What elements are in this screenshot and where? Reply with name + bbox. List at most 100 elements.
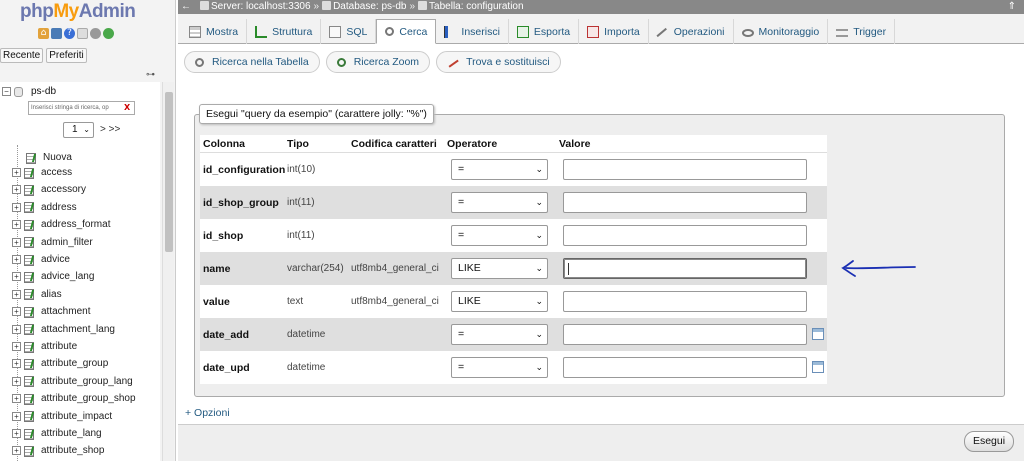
expand-icon[interactable]: + <box>12 411 21 421</box>
value-input[interactable] <box>563 225 807 246</box>
expand-icon[interactable]: + <box>12 307 21 317</box>
breadcrumb-server[interactable]: Server: localhost:3306 <box>200 0 311 14</box>
subtab-ricerca-nella-tabella[interactable]: Ricerca nella Tabella <box>184 51 320 73</box>
operator-select[interactable]: LIKE ⌄ <box>451 291 548 312</box>
column-name: value <box>203 296 230 308</box>
tab-sql[interactable]: SQL <box>321 19 377 44</box>
table-filter-input[interactable]: Inserisci stringa di ricerca, op <box>28 101 135 115</box>
tab-cerca[interactable]: Cerca <box>376 19 437 44</box>
expand-icon[interactable]: + <box>12 255 21 264</box>
exit-icon[interactable] <box>51 28 62 39</box>
expand-icon[interactable]: + <box>12 324 21 334</box>
tab-trigger[interactable]: Trigger <box>828 19 896 44</box>
tree-item-table[interactable]: + access <box>12 164 72 181</box>
column-type: text <box>287 296 304 307</box>
breadcrumb-database[interactable]: Database: ps-db <box>322 0 406 14</box>
operator-select[interactable]: LIKE ⌄ <box>451 258 548 279</box>
expand-icon[interactable]: + <box>12 359 21 369</box>
phpmyadmin-logo[interactable]: phpMyAdmin <box>20 1 136 23</box>
reload-icon[interactable] <box>103 28 114 39</box>
table-icon <box>24 411 38 423</box>
expand-icon[interactable]: + <box>12 220 21 230</box>
operator-select[interactable]: = ⌄ <box>451 159 548 180</box>
tree-item-table[interactable]: + accessory <box>12 181 86 198</box>
tree-item-table[interactable]: + attribute_group_shop <box>12 390 136 407</box>
tab-monitoraggio[interactable]: Monitoraggio <box>734 19 829 44</box>
settings-icon[interactable] <box>90 28 101 39</box>
recent-tab[interactable]: Recente <box>0 48 44 63</box>
collapse-topbar-icon[interactable]: ⇑ <box>1008 0 1016 14</box>
tree-item-table[interactable]: + attribute_group <box>12 355 108 372</box>
tree-item-table[interactable]: + advice <box>12 251 70 268</box>
expand-icon[interactable]: + <box>12 376 21 386</box>
home-icon[interactable]: ⌂ <box>38 28 49 39</box>
value-input[interactable] <box>563 159 807 180</box>
operator-select[interactable]: = ⌄ <box>451 357 548 378</box>
help-icon[interactable]: ? <box>64 28 75 39</box>
tree-item-table[interactable]: + attribute_impact <box>12 408 112 425</box>
value-input[interactable] <box>563 258 807 279</box>
docs-icon[interactable] <box>77 28 88 39</box>
breadcrumb-table[interactable]: Tabella: configuration <box>418 0 524 14</box>
tree-item-table[interactable]: + attribute <box>12 338 77 355</box>
tree-item-table[interactable]: + advice_lang <box>12 268 94 285</box>
tree-item-table[interactable]: + alias <box>12 286 62 303</box>
options-link[interactable]: + Opzioni <box>185 407 230 419</box>
value-input[interactable] <box>563 291 807 312</box>
execute-button[interactable]: Esegui <box>964 431 1014 452</box>
calendar-icon[interactable] <box>812 361 824 373</box>
expand-icon[interactable]: + <box>12 272 21 282</box>
favorites-tab[interactable]: Preferiti <box>46 48 87 63</box>
tree-item-table[interactable]: + attribute_group_lang <box>12 373 133 390</box>
database-node[interactable]: − ps-db <box>2 86 56 97</box>
expand-icon[interactable]: + <box>12 446 21 456</box>
value-input[interactable] <box>563 324 807 345</box>
operator-select[interactable]: = ⌄ <box>451 225 548 246</box>
value-input[interactable] <box>563 357 807 378</box>
expand-icon[interactable]: + <box>12 289 21 299</box>
tree-item-table[interactable]: + attribute_shop <box>12 442 104 459</box>
tree-item-table[interactable]: + attribute_lang <box>12 425 102 442</box>
calendar-icon[interactable] <box>812 328 824 340</box>
collapse-icon[interactable]: − <box>2 87 11 96</box>
expand-icon[interactable]: + <box>12 202 21 212</box>
table-icon <box>24 184 38 196</box>
expand-icon[interactable]: + <box>12 168 21 177</box>
next-page-link[interactable]: > >> <box>100 124 120 135</box>
operator-select[interactable]: = ⌄ <box>451 324 548 345</box>
tree-item-table[interactable]: + attachment_lang <box>12 321 115 338</box>
tab-struttura[interactable]: Struttura <box>247 19 322 44</box>
subtab-trova-e-sostituisci[interactable]: Trova e sostituisci <box>436 51 561 73</box>
tab-operazioni[interactable]: Operazioni <box>649 19 734 44</box>
column-name: id_shop <box>203 230 244 242</box>
expand-icon[interactable]: + <box>12 394 21 404</box>
tree-item-table[interactable]: + attachment <box>12 303 90 320</box>
table-icon <box>24 219 38 231</box>
value-input[interactable] <box>563 192 807 213</box>
expand-icon[interactable]: + <box>12 185 21 195</box>
breadcrumb-bar: ← Server: localhost:3306 » Database: ps-… <box>178 0 1024 14</box>
criteria-row: value text utf8mb4_general_ci LIKE ⌄ <box>200 285 827 318</box>
operator-select[interactable]: = ⌄ <box>451 192 548 213</box>
tree-item-table[interactable]: + admin_filter <box>12 234 93 251</box>
expand-icon[interactable]: + <box>12 237 21 247</box>
tab-inserisci[interactable]: Inserisci <box>436 19 509 44</box>
scrollbar-thumb[interactable] <box>165 92 173 252</box>
tree-item-table[interactable]: + address <box>12 199 77 216</box>
nav-scrollbar[interactable] <box>162 82 174 461</box>
expand-icon[interactable]: + <box>12 342 21 351</box>
subtab-ricerca-zoom[interactable]: Ricerca Zoom <box>325 51 431 73</box>
tab-importa[interactable]: Importa <box>579 19 649 44</box>
criteria-row: date_add datetime = ⌄ <box>200 318 827 351</box>
back-arrow-icon[interactable]: ← <box>181 0 191 14</box>
link-icon[interactable]: ⊶ <box>146 70 155 80</box>
expand-icon[interactable]: + <box>12 429 21 438</box>
tab-mostra[interactable]: Mostra <box>181 19 248 44</box>
tree-item-table[interactable]: + address_format <box>12 216 110 233</box>
column-type: int(11) <box>287 230 315 241</box>
clear-filter-icon[interactable]: X <box>124 103 130 112</box>
page-select[interactable]: 1 ⌄ <box>63 122 94 138</box>
database-name[interactable]: ps-db <box>31 86 56 97</box>
tab-esporta[interactable]: Esporta <box>509 19 580 44</box>
submit-bar <box>178 424 1024 461</box>
